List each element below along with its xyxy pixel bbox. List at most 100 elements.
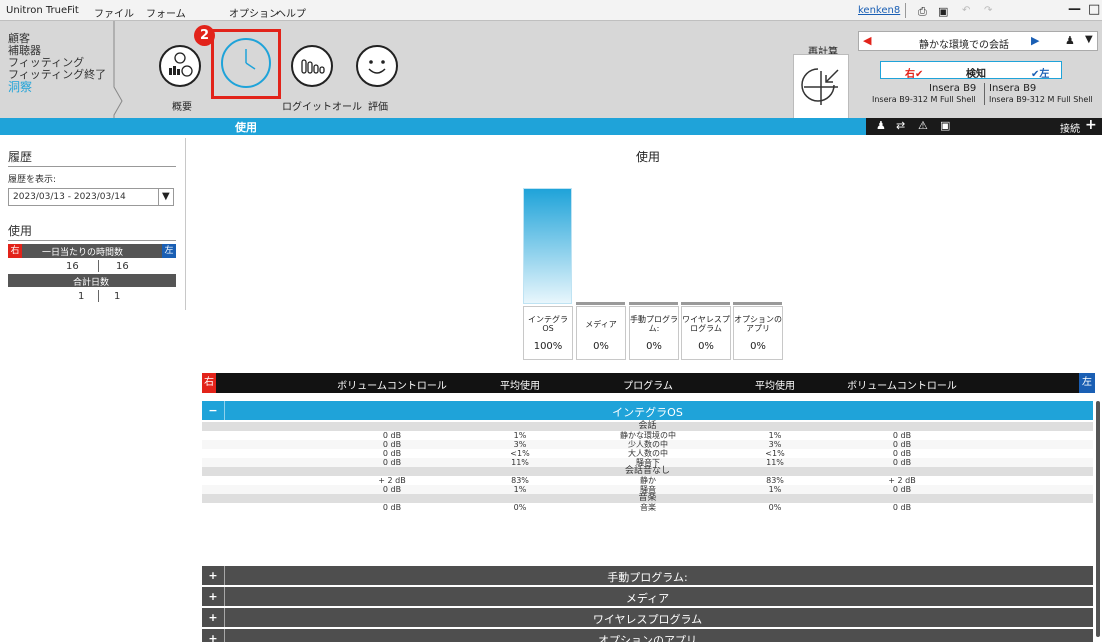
group-title: インテグラOS xyxy=(612,406,683,419)
history-title: 履歴 xyxy=(8,150,33,164)
cell-volume-left: 0 dB xyxy=(892,449,912,458)
table-scrollbar[interactable] xyxy=(1096,401,1100,637)
cell-volume-left: 0 dB xyxy=(892,431,912,440)
recalc-icon xyxy=(801,68,839,105)
usage-title: 使用 xyxy=(8,224,33,238)
environment-label: 静かな環境での会話 xyxy=(919,40,1009,51)
days-right: 1 xyxy=(78,291,85,302)
total-days-label: 合計日数 xyxy=(73,278,110,288)
step-badge: 2 xyxy=(194,25,215,46)
speaker-blue-icon[interactable]: ▶ xyxy=(1031,34,1039,47)
maximize-icon[interactable]: □ xyxy=(1088,2,1100,17)
hours-right: 16 xyxy=(66,261,79,272)
table-row: 0 dB 0% 音楽 0% 0 dB xyxy=(202,503,1093,512)
group-title: メディア xyxy=(625,592,670,605)
chart-value-label: 0% xyxy=(593,341,609,352)
right-tag: 右 xyxy=(8,244,22,258)
group-title: ワイヤレスプログラム xyxy=(592,613,703,626)
help-icon[interactable]: ▣ xyxy=(940,119,950,132)
warning-icon[interactable]: ⚠ xyxy=(918,119,928,132)
left-tag: 左 xyxy=(162,244,176,258)
cell-avg-right: 11% xyxy=(511,458,529,467)
menu-form[interactable]: フォーム xyxy=(146,5,186,20)
cell-avg-left: 0% xyxy=(768,503,782,512)
col-avg-left: 平均使用 xyxy=(755,381,795,392)
chart-title: 使用 xyxy=(636,150,661,164)
add-icon[interactable]: + xyxy=(1085,117,1097,133)
environment-bar: ◀ 静かな環境での会話 ▶ ♟ ▼ xyxy=(858,31,1098,51)
chart-bar xyxy=(681,302,730,305)
table-group[interactable]: + メディア xyxy=(202,587,1093,606)
chart-category-label: オプションのアプリ xyxy=(734,315,782,333)
print-icon[interactable]: ⎙ xyxy=(918,5,927,19)
cell-volume-right: + 2 dB xyxy=(378,476,406,485)
cell-avg-right: 1% xyxy=(513,485,527,494)
usage-clock-icon[interactable] xyxy=(221,38,271,88)
cell-avg-right: 83% xyxy=(511,476,529,485)
model-divider xyxy=(984,83,985,105)
menu-help[interactable]: ヘルプ xyxy=(276,5,306,20)
smiley-icon[interactable] xyxy=(356,45,398,87)
hours-left: 16 xyxy=(116,261,129,272)
date-range-value: 2023/03/13 - 2023/03/14 xyxy=(13,192,126,202)
chart-category-label: メディア xyxy=(585,319,617,329)
table-header: 右 ボリュームコントロール 平均使用 プログラム 平均使用 ボリュームコントロー… xyxy=(202,373,1095,393)
datalog-icon[interactable] xyxy=(291,45,333,87)
connect-button[interactable]: 接続 xyxy=(1060,120,1080,135)
person-icon[interactable]: ♟ xyxy=(876,119,886,132)
sidebar-divider xyxy=(185,138,186,310)
cell-volume-right: 0 dB xyxy=(382,485,402,494)
table-group[interactable]: + ワイヤレスプログラム xyxy=(202,608,1093,627)
chart-category-label: 手動プログラム: xyxy=(630,315,678,333)
section-band: 使用 xyxy=(0,118,866,135)
undo-icon[interactable]: ↶ xyxy=(962,5,970,16)
chart-value-label: 0% xyxy=(646,341,662,352)
show-history-label: 履歴を表示: xyxy=(8,175,57,185)
cell-program: 少人数の中 xyxy=(628,440,668,449)
chart-category-box: ワイヤレスプログラム 0% xyxy=(681,306,731,360)
col-volume-left: ボリュームコントロール xyxy=(847,381,957,392)
check-right-icon: ✔ xyxy=(915,69,924,80)
col-avg-right: 平均使用 xyxy=(500,381,540,392)
datalog-label: ログイットオール xyxy=(282,102,362,113)
model-right: Insera B9 xyxy=(929,83,977,94)
redo-icon[interactable]: ↷ xyxy=(984,5,992,16)
chart-value-label: 100% xyxy=(533,341,563,352)
evaluation-label: 評価 xyxy=(368,102,388,113)
cell-avg-left: 11% xyxy=(766,458,784,467)
table-row: 0 dB <1% 大人数の中 <1% 0 dB xyxy=(202,449,1093,458)
cell-avg-right: 1% xyxy=(513,431,527,440)
cell-volume-right: 0 dB xyxy=(382,449,402,458)
cell-avg-right: 3% xyxy=(513,440,527,449)
person-icon[interactable]: ♟ xyxy=(1065,34,1075,47)
group-integra-os[interactable]: − インテグラOS xyxy=(202,401,1093,420)
cell-avg-left: 1% xyxy=(768,485,782,494)
dropdown-icon[interactable]: ▼ xyxy=(1085,34,1093,45)
shell-left: Insera B9-312 M Full Shell xyxy=(989,95,1093,104)
toolbar-band: 顧客 補聴器 フィッティング フィッティング終了 洞察 概要 2 ログイットオー… xyxy=(0,21,1102,121)
detect-button[interactable]: 検知 xyxy=(966,65,986,80)
cell-volume-right: 0 dB xyxy=(382,458,402,467)
date-range-select[interactable]: 2023/03/13 - 2023/03/14 ▼ xyxy=(8,188,174,206)
hours-header: 右 一日当たりの時間数 左 xyxy=(8,244,176,258)
swap-icon[interactable]: ⇄ xyxy=(896,119,905,132)
hours-per-day-label: 一日当たりの時間数 xyxy=(42,248,124,258)
table-group[interactable]: + 手動プログラム: xyxy=(202,566,1093,585)
user-link[interactable]: kenken8 xyxy=(858,5,900,16)
table-group[interactable]: + オプションのアプリ xyxy=(202,629,1093,642)
recalc-button[interactable] xyxy=(793,54,849,119)
cell-program: 音楽 xyxy=(640,503,656,512)
cell-avg-right: 0% xyxy=(513,503,527,512)
summary-icon[interactable] xyxy=(159,45,201,87)
cell-volume-left: 0 dB xyxy=(892,485,912,494)
save-icon[interactable]: ▣ xyxy=(938,5,948,18)
cell-program: 静か xyxy=(640,476,656,485)
menu-file[interactable]: ファイル xyxy=(94,5,134,20)
chart-bar xyxy=(733,302,782,305)
speaker-red-icon[interactable]: ◀ xyxy=(863,34,871,47)
nav-item-insight[interactable]: 洞察 xyxy=(8,81,32,93)
menu-option[interactable]: オプション xyxy=(229,5,279,20)
chart-bar xyxy=(629,302,678,305)
total-days-header: 合計日数 xyxy=(8,274,176,288)
minimize-icon[interactable]: — xyxy=(1068,2,1081,17)
